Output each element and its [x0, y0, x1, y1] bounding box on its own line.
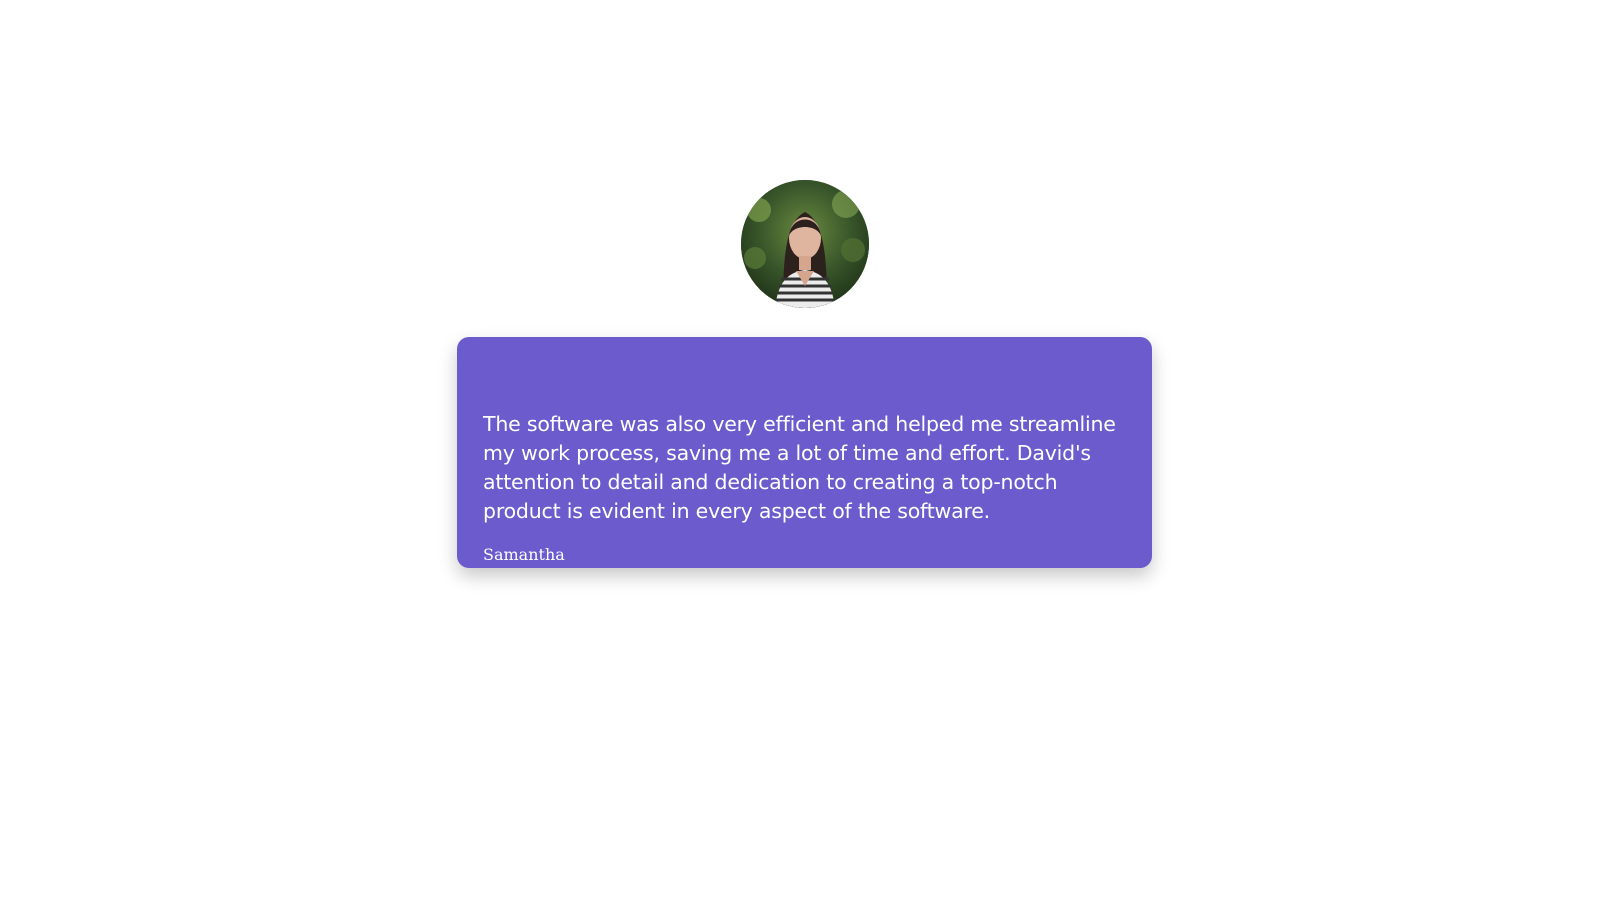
testimonial-page: The software was also very efficient and… — [0, 0, 1600, 900]
testimonial-card: The software was also very efficient and… — [457, 337, 1152, 568]
author-name: Samantha — [483, 545, 565, 564]
testimonial-text: The software was also very efficient and… — [483, 412, 1116, 523]
avatar — [741, 180, 869, 308]
profile-photo-icon — [741, 180, 869, 308]
